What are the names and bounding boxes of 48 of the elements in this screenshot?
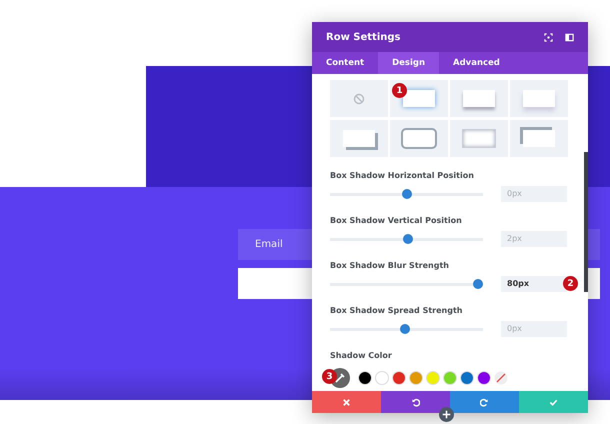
shadow-preview xyxy=(343,130,375,147)
slider-label: Box Shadow Blur Strength xyxy=(330,261,450,270)
color-swatch[interactable] xyxy=(426,371,440,385)
slider-label: Box Shadow Spread Strength xyxy=(330,306,464,315)
slider-label: Box Shadow Horizontal Position xyxy=(330,171,475,180)
redo-icon xyxy=(480,398,489,406)
value-field[interactable]: 80px xyxy=(501,276,567,292)
shadow-preview xyxy=(403,130,435,147)
color-swatch[interactable] xyxy=(443,371,457,385)
shadow-style-option[interactable] xyxy=(450,80,508,117)
color-swatch[interactable] xyxy=(409,371,423,385)
undo-icon xyxy=(411,398,420,406)
no-color-swatch[interactable] xyxy=(494,371,508,385)
step-badge: 2 xyxy=(563,276,578,291)
slider-label: Box Shadow Vertical Position xyxy=(330,216,463,225)
tab[interactable]: Design xyxy=(378,52,440,74)
shadow-style-option[interactable] xyxy=(450,120,508,157)
color-swatch[interactable] xyxy=(477,371,491,385)
color-swatch[interactable] xyxy=(392,371,406,385)
close-icon xyxy=(342,398,351,406)
tab[interactable]: Content xyxy=(312,52,378,74)
undo-button[interactable] xyxy=(381,391,450,413)
shadow-style-option[interactable] xyxy=(510,80,568,117)
shadow-preview xyxy=(523,90,555,107)
step-badge: 1 xyxy=(392,83,407,98)
color-swatch[interactable] xyxy=(375,371,389,385)
shadow-preview xyxy=(523,130,555,147)
shadow-style-option[interactable] xyxy=(330,80,388,117)
color-swatch[interactable] xyxy=(460,371,474,385)
eyedropper-icon[interactable] xyxy=(330,368,350,388)
shadow-preview xyxy=(403,90,435,107)
shadow-preview xyxy=(463,90,495,107)
shadow-preview xyxy=(462,129,496,148)
tab[interactable]: Advanced xyxy=(439,52,514,74)
fullscreen-icon[interactable] xyxy=(544,32,553,42)
check-icon xyxy=(549,398,558,406)
color-swatch[interactable] xyxy=(358,371,372,385)
shadow-style-option[interactable] xyxy=(390,120,448,157)
modal-title: Row Settings xyxy=(326,32,402,42)
none-icon xyxy=(353,92,365,104)
step-badge: 3 xyxy=(322,369,337,384)
sidebar-icon[interactable] xyxy=(565,32,574,42)
add-icon[interactable] xyxy=(439,407,454,422)
shadow-style-option[interactable] xyxy=(510,120,568,157)
section-label: Shadow Color xyxy=(330,351,393,360)
shadow-style-option[interactable]: 1 xyxy=(390,80,448,117)
scrollbar[interactable] xyxy=(584,152,588,292)
shadow-style-option[interactable] xyxy=(330,120,388,157)
